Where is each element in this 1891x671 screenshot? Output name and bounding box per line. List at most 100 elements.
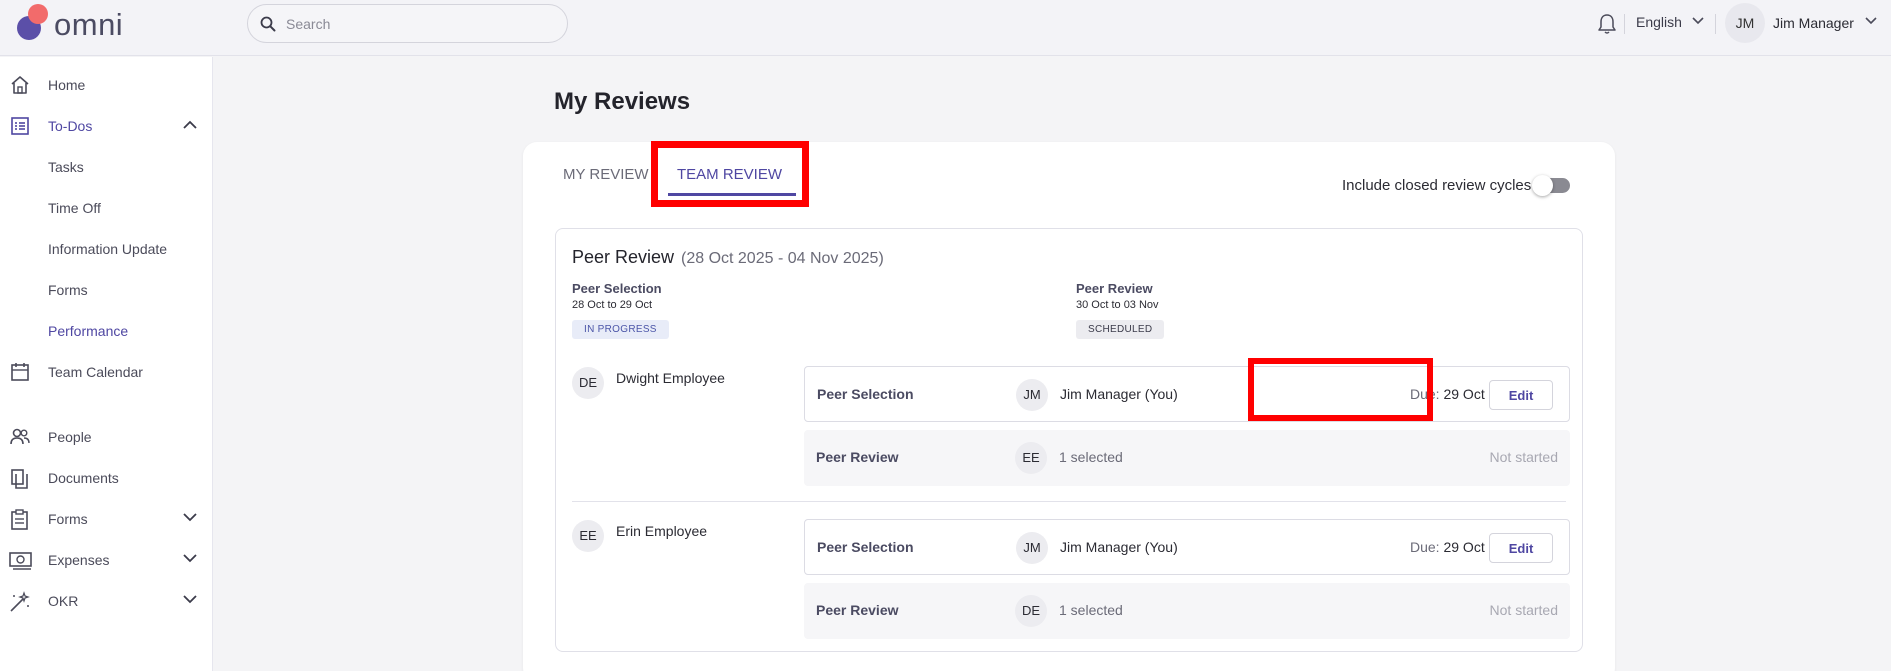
toggle-knob	[1532, 175, 1553, 196]
row-label: Peer Selection	[817, 539, 914, 555]
closed-cycles-label: Include closed review cycles	[1342, 177, 1532, 194]
chevron-up-icon[interactable]	[183, 120, 197, 129]
search-input[interactable]	[286, 14, 556, 34]
highlight-box	[1248, 358, 1433, 421]
sidebar-item-todos[interactable]: To-Dos	[0, 110, 212, 142]
sidebar-item-time-off[interactable]: Time Off	[0, 192, 212, 224]
sidebar-item-label: OKR	[48, 593, 79, 609]
sidebar-item-label: Performance	[48, 323, 129, 339]
status-badge: SCHEDULED	[1076, 320, 1165, 339]
reviewer-name: Jim Manager (You)	[1060, 386, 1178, 402]
due-key: Due:	[1410, 539, 1440, 555]
user-avatar[interactable]: JM	[1725, 3, 1765, 43]
chevron-down-icon[interactable]	[183, 554, 197, 563]
sidebar-item-okr[interactable]: OKR	[0, 585, 212, 617]
home-icon	[11, 76, 29, 94]
employee-name: Erin Employee	[616, 523, 708, 539]
cycle-title: Peer Review	[572, 247, 675, 267]
phase-range: 28 Oct to 29 Oct	[572, 299, 653, 311]
money-icon	[9, 552, 32, 570]
employee-name: Dwight Employee	[616, 370, 725, 386]
phase-range: 30 Oct to 03 Nov	[1076, 299, 1159, 311]
reviews-card: MY REVIEW TEAM REVIEW Include closed rev…	[523, 141, 1615, 671]
avatar: DE	[1015, 595, 1047, 627]
logo-coral-circle	[28, 4, 48, 24]
edit-button[interactable]: Edit	[1489, 380, 1553, 410]
highlight-box	[651, 141, 809, 207]
review-status: Not started	[1489, 449, 1558, 465]
sidebar-item-tasks[interactable]: Tasks	[0, 151, 212, 183]
reviewer-count: 1 selected	[1059, 602, 1123, 618]
avatar: DE	[572, 367, 604, 399]
phase-name: Peer Review	[1076, 281, 1153, 296]
due-value: 29 Oct	[1443, 539, 1485, 555]
phase-peer-review: Peer Review 30 Oct to 03 Nov SCHEDULED	[1076, 281, 1165, 339]
wand-icon	[10, 591, 30, 612]
avatar: EE	[1015, 442, 1047, 474]
sidebar-item-label: People	[48, 429, 92, 445]
cycle-dates: (28 Oct 2025 - 04 Nov 2025)	[681, 250, 884, 267]
bell-icon[interactable]	[1597, 13, 1617, 35]
edit-button[interactable]: Edit	[1489, 533, 1553, 563]
sidebar-item-information-update[interactable]: Information Update	[0, 233, 212, 265]
status-badge: IN PROGRESS	[572, 320, 669, 339]
sidebar-item-people[interactable]: People	[0, 421, 212, 453]
sidebar-item-team-calendar[interactable]: Team Calendar	[0, 356, 212, 388]
documents-icon	[11, 469, 28, 489]
review-status: Not started	[1489, 602, 1558, 618]
table-row: Peer Review EE 1 selected Not started	[804, 430, 1570, 486]
top-bar: omni English JM Jim Manager	[0, 0, 1891, 56]
review-cycle-panel: Peer Review (28 Oct 2025 - 04 Nov 2025) …	[555, 228, 1583, 652]
user-name[interactable]: Jim Manager	[1773, 15, 1854, 31]
calendar-icon	[11, 363, 29, 381]
logo-text: omni	[54, 7, 124, 42]
sidebar-item-todo-forms[interactable]: Forms	[0, 274, 212, 306]
sidebar-item-label: Tasks	[48, 159, 84, 175]
form-icon	[11, 509, 28, 530]
table-row: Peer Selection JM Jim Manager (You) Due:…	[804, 366, 1570, 422]
sidebar-item-expenses[interactable]: Expenses	[0, 544, 212, 576]
sidebar-item-label: To-Dos	[48, 118, 93, 134]
sidebar-item-label: Forms	[48, 511, 88, 527]
search-icon	[260, 16, 276, 32]
omni-logo[interactable]: omni	[16, 4, 146, 50]
table-row: Peer Review DE 1 selected Not started	[804, 583, 1570, 639]
phase-peer-selection: Peer Selection 28 Oct to 29 Oct IN PROGR…	[572, 281, 669, 339]
language-selector[interactable]: English	[1636, 14, 1682, 30]
chevron-down-icon[interactable]	[183, 513, 197, 522]
sidebar-item-home[interactable]: Home	[0, 69, 212, 101]
phase-name: Peer Selection	[572, 281, 662, 296]
sidebar-item-label: Forms	[48, 282, 88, 298]
sidebar-item-label: Information Update	[48, 241, 168, 257]
topbar-divider	[1624, 14, 1625, 34]
chevron-down-icon[interactable]	[1692, 17, 1704, 25]
sidebar-item-label: Team Calendar	[48, 364, 143, 380]
avatar: JM	[1016, 379, 1048, 411]
sidebar-item-label: Home	[48, 77, 86, 93]
sidebar-item-documents[interactable]: Documents	[0, 462, 212, 494]
row-divider	[572, 501, 1566, 502]
closed-cycles-toggle[interactable]	[1532, 175, 1570, 196]
chevron-down-icon[interactable]	[183, 595, 197, 604]
page-title: My Reviews	[554, 88, 691, 115]
chevron-down-icon[interactable]	[1865, 17, 1877, 25]
sidebar-item-performance[interactable]: Performance	[0, 315, 212, 347]
sidebar: Home To-Dos Tasks Time Off Information U…	[0, 57, 213, 671]
row-label: Peer Review	[816, 602, 899, 618]
due-value: 29 Oct	[1443, 386, 1485, 402]
sidebar-item-label: Expenses	[48, 552, 110, 568]
reviewer-name: Jim Manager (You)	[1060, 539, 1178, 555]
sidebar-item-label: Time Off	[48, 200, 101, 216]
row-label: Peer Review	[816, 449, 899, 465]
avatar: EE	[572, 520, 604, 552]
table-row: Peer Selection JM Jim Manager (You) Due:…	[804, 519, 1570, 575]
tab-my-review[interactable]: MY REVIEW	[563, 166, 649, 183]
people-icon	[10, 428, 30, 445]
search-box[interactable]	[247, 4, 568, 43]
sidebar-item-label: Documents	[48, 470, 119, 486]
sidebar-item-forms[interactable]: Forms	[0, 503, 212, 535]
row-label: Peer Selection	[817, 386, 914, 402]
avatar: JM	[1016, 532, 1048, 564]
reviewer-count: 1 selected	[1059, 449, 1123, 465]
topbar-divider	[1715, 14, 1716, 34]
